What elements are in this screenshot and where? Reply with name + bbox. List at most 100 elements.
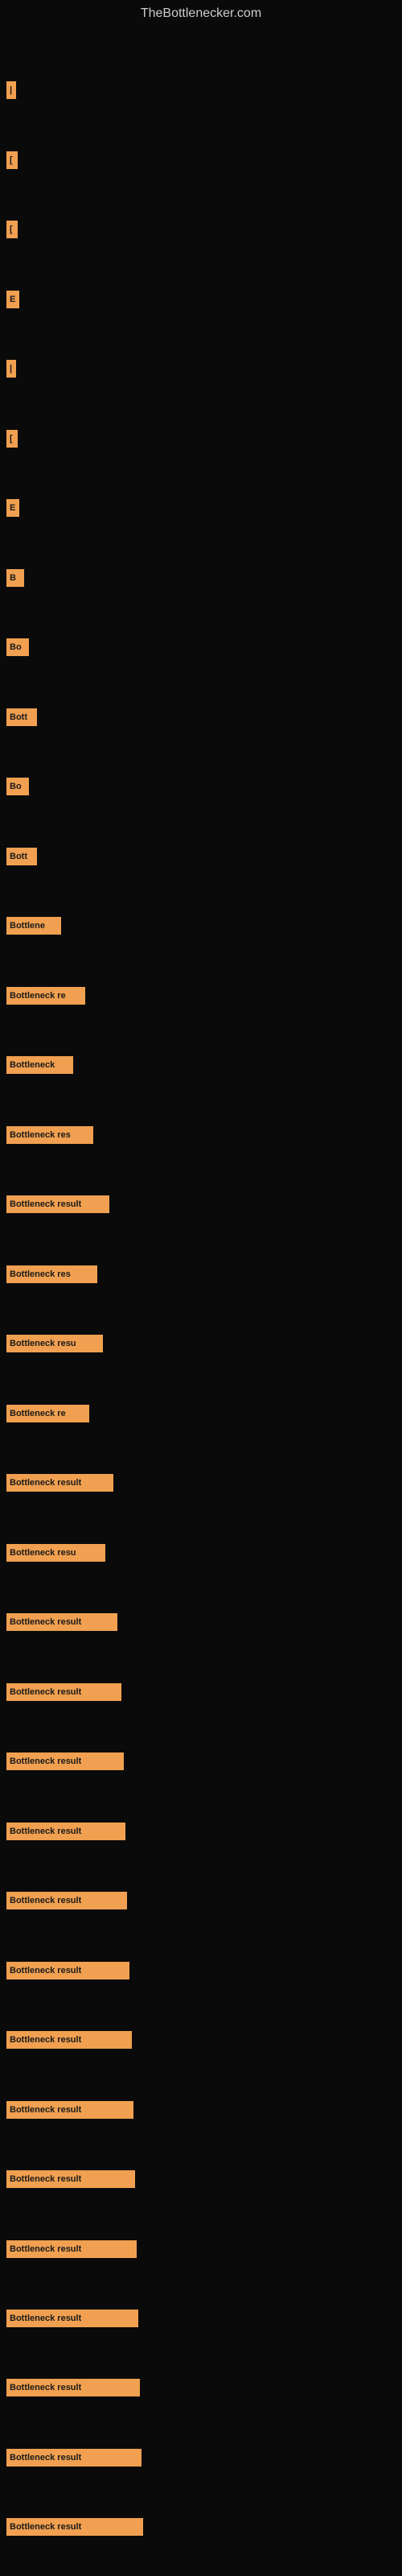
bar-label: Bottleneck result xyxy=(10,2383,81,2392)
bar-row: Bottleneck result xyxy=(6,2376,402,2399)
bar-row: Bottleneck result xyxy=(6,1889,402,1912)
result-bar: Bottleneck result xyxy=(6,1823,125,1840)
bar-row: Bo xyxy=(6,636,402,658)
bar-row: Bott xyxy=(6,845,402,868)
result-bar: Bottleneck re xyxy=(6,987,85,1005)
bar-row: Bottleneck re xyxy=(6,985,402,1007)
bar-row: Bottleneck resu xyxy=(6,1542,402,1564)
result-bar: Bottleneck resu xyxy=(6,1544,105,1562)
result-bar: Bo xyxy=(6,638,29,656)
bar-label: Bottleneck result xyxy=(10,1617,81,1627)
result-bar: Bottleneck re xyxy=(6,1405,89,1422)
bar-row: Bottleneck result xyxy=(6,2238,402,2260)
result-bar: Bottleneck result xyxy=(6,2240,137,2258)
bar-label: Bottleneck result xyxy=(10,2035,81,2045)
result-bar: Bottleneck result xyxy=(6,2170,135,2188)
bar-label: E xyxy=(10,503,15,513)
result-bar: Bottlene xyxy=(6,917,61,935)
bar-row: [ xyxy=(6,149,402,171)
bar-row: Bottleneck result xyxy=(6,1820,402,1843)
result-bar: Bottleneck result xyxy=(6,1474,113,1492)
bar-row: Bottleneck result xyxy=(6,1959,402,1982)
bar-row: Bottleneck result xyxy=(6,2516,402,2538)
bar-label: Bottleneck re xyxy=(10,1409,66,1418)
result-bar: Bott xyxy=(6,848,37,865)
bar-row: Bottleneck result xyxy=(6,2446,402,2469)
result-bar: Bottleneck result xyxy=(6,1962,129,1979)
bar-row: E xyxy=(6,497,402,519)
bar-label: Bottleneck result xyxy=(10,1827,81,1836)
bar-label: | xyxy=(10,364,12,374)
result-bar: Bottleneck result xyxy=(6,2310,138,2327)
bar-label: Bottleneck result xyxy=(10,1757,81,1766)
result-bar: [ xyxy=(6,430,18,448)
bar-row: | xyxy=(6,357,402,380)
result-bar: | xyxy=(6,81,16,99)
bar-label: Bottleneck res xyxy=(10,1269,71,1279)
bar-label: B xyxy=(10,573,16,583)
result-bar: | xyxy=(6,360,16,378)
bar-row: Bottlene xyxy=(6,914,402,937)
bar-row: B xyxy=(6,567,402,589)
result-bar: B xyxy=(6,569,24,587)
site-title: TheBottlenecker.com xyxy=(0,0,402,24)
result-bar: Bottleneck result xyxy=(6,1683,121,1701)
bar-label: Bottleneck result xyxy=(10,2244,81,2254)
bar-row: | xyxy=(6,79,402,101)
bar-label: Bottleneck resu xyxy=(10,1339,76,1348)
bars-container: | [ [ E | [ E B Bo Bott Bo Bott Bottlene Bottleneck r… xyxy=(0,24,402,2546)
bar-label: Bottleneck result xyxy=(10,1896,81,1905)
bar-row: [ xyxy=(6,218,402,241)
bar-label: Bottlene xyxy=(10,921,45,931)
result-bar: Bottleneck result xyxy=(6,2449,142,2467)
bar-label: Bott xyxy=(10,852,27,861)
result-bar: Bott xyxy=(6,708,37,726)
bar-row: Bottleneck result xyxy=(6,2168,402,2190)
bar-row: Bottleneck res xyxy=(6,1124,402,1146)
result-bar: Bottleneck result xyxy=(6,2518,143,2536)
bar-label: Bottleneck result xyxy=(10,2314,81,2323)
bar-label: Bottleneck result xyxy=(10,2522,81,2532)
bar-row: E xyxy=(6,288,402,311)
bar-row: Bottleneck result xyxy=(6,1611,402,1633)
bar-row: Bottleneck result xyxy=(6,1750,402,1773)
result-bar: E xyxy=(6,291,19,308)
result-bar: Bottleneck result xyxy=(6,1613,117,1631)
bar-label: Bottleneck res xyxy=(10,1130,71,1140)
result-bar: Bottleneck res xyxy=(6,1265,97,1283)
bar-label: Bottleneck result xyxy=(10,1687,81,1697)
bar-row: Bottleneck res xyxy=(6,1263,402,1286)
bar-row: Bottleneck result xyxy=(6,2099,402,2121)
bar-row: Bottleneck result xyxy=(6,1681,402,1703)
bar-label: Bottleneck result xyxy=(10,1966,81,1975)
bar-row: Bottleneck result xyxy=(6,1193,402,1216)
bar-label: Bott xyxy=(10,712,27,722)
bar-label: Bo xyxy=(10,642,22,652)
bar-row: Bottleneck re xyxy=(6,1402,402,1425)
result-bar: [ xyxy=(6,151,18,169)
bar-label: Bottleneck result xyxy=(10,1199,81,1209)
result-bar: E xyxy=(6,499,19,517)
bar-label: [ xyxy=(10,434,13,444)
bar-label: Bottleneck result xyxy=(10,2453,81,2462)
bar-row: Bo xyxy=(6,775,402,798)
bar-row: [ xyxy=(6,427,402,450)
bar-row: Bottleneck xyxy=(6,1054,402,1076)
result-bar: [ xyxy=(6,221,18,238)
bar-label: Bottleneck re xyxy=(10,991,66,1001)
result-bar: Bottleneck result xyxy=(6,2101,133,2119)
bar-label: Bottleneck resu xyxy=(10,1548,76,1558)
bar-label: Bo xyxy=(10,782,22,791)
bar-row: Bottleneck result xyxy=(6,2307,402,2330)
result-bar: Bottleneck result xyxy=(6,2379,140,2396)
bar-label: Bottleneck result xyxy=(10,2105,81,2115)
result-bar: Bottleneck result xyxy=(6,2031,132,2049)
result-bar: Bottleneck result xyxy=(6,1892,127,1909)
result-bar: Bottleneck result xyxy=(6,1195,109,1213)
bar-row: Bottleneck result xyxy=(6,2029,402,2051)
bar-label: E xyxy=(10,295,15,304)
result-bar: Bottleneck result xyxy=(6,1752,124,1770)
result-bar: Bottleneck resu xyxy=(6,1335,103,1352)
result-bar: Bo xyxy=(6,778,29,795)
bar-row: Bottleneck result xyxy=(6,1472,402,1494)
